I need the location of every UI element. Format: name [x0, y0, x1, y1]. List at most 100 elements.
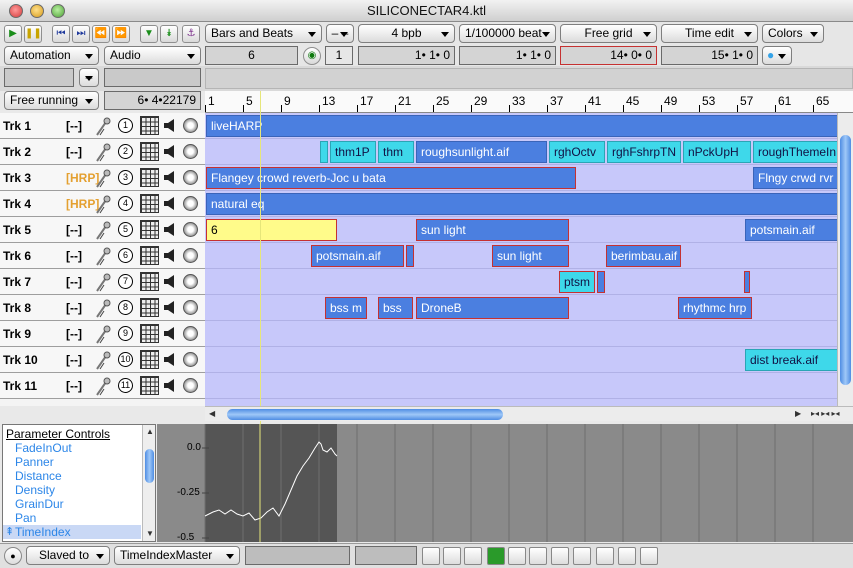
horizontal-scrollbar[interactable]: ◀ ▶ ▸◂ ▸◂ ▸◂ [205, 406, 853, 421]
parameter-scrollbar[interactable]: ▲ ▼ [142, 425, 155, 541]
microphone-icon[interactable] [94, 194, 112, 214]
clip[interactable]: natural eq [206, 193, 852, 215]
pan-knob-icon[interactable] [183, 248, 198, 263]
step-tool-icon[interactable] [596, 547, 614, 565]
parameter-item[interactable]: Density [15, 483, 55, 497]
microphone-icon[interactable] [94, 298, 112, 318]
microphone-icon[interactable] [94, 220, 112, 240]
parameter-item[interactable]: Pan [15, 511, 36, 525]
speaker-icon[interactable] [164, 353, 176, 366]
grid-icon[interactable] [140, 324, 159, 343]
pan-knob-icon[interactable] [183, 222, 198, 237]
pan-knob-icon[interactable] [183, 378, 198, 393]
to-end-icon[interactable]: ⏭ [72, 25, 90, 43]
clip[interactable] [597, 271, 605, 293]
value-field[interactable] [104, 68, 201, 87]
microphone-icon[interactable] [94, 376, 112, 396]
clip[interactable] [406, 245, 414, 267]
arrange-area[interactable]: liveHARP thm1P thm roughsunlight.aif rgh… [205, 113, 853, 406]
slaved-to-popup[interactable]: Slaved to [26, 546, 110, 565]
clip[interactable]: sun light [492, 245, 569, 267]
colors-popup[interactable]: Colors [762, 24, 824, 43]
parameter-item-selected[interactable]: TimeIndex [3, 525, 141, 539]
wave-tool-icon[interactable] [573, 547, 591, 565]
clip[interactable]: bss [378, 297, 413, 319]
parameter-item[interactable]: FadeInOut [15, 441, 72, 455]
clip[interactable]: nPckUpH [683, 141, 751, 163]
name-field[interactable] [4, 68, 74, 87]
speaker-icon[interactable] [164, 249, 176, 262]
fast-forward-icon[interactable]: ⏩ [112, 25, 130, 43]
peak-tool-icon[interactable] [551, 547, 569, 565]
grid-icon[interactable] [140, 376, 159, 395]
bpb-popup[interactable]: 4 bpb [358, 24, 455, 43]
clip[interactable] [744, 271, 750, 293]
microphone-icon[interactable] [94, 168, 112, 188]
microphone-icon[interactable] [94, 350, 112, 370]
clip[interactable]: potsmain.aif [311, 245, 404, 267]
track-name[interactable]: Trk 6 [3, 249, 31, 263]
grid-icon[interactable] [140, 350, 159, 369]
param-value-field-2[interactable] [355, 546, 417, 565]
grid-tool-icon[interactable] [618, 547, 636, 565]
to-start-icon[interactable]: ⏮ [52, 25, 70, 43]
vertical-scrollbar[interactable] [837, 113, 853, 406]
clip[interactable]: liveHARP [206, 115, 852, 137]
clip[interactable]: 6 [206, 219, 337, 241]
master-popup[interactable]: TimeIndexMaster [114, 546, 240, 565]
chevron-down-icon[interactable]: ▼ [140, 25, 158, 43]
clip[interactable]: rghOctv [549, 141, 605, 163]
dash-button[interactable]: – – [326, 24, 354, 43]
grid-popup[interactable]: Free grid [560, 24, 657, 43]
parameter-item[interactable]: Distance [15, 469, 62, 483]
clip[interactable]: DroneB [416, 297, 569, 319]
grid-icon[interactable] [140, 116, 159, 135]
pan-knob-icon[interactable] [183, 326, 198, 341]
speaker-icon[interactable] [164, 171, 176, 184]
track-header[interactable]: Trk 4 [HRP] 4 [0, 191, 205, 217]
triangle-tool-icon[interactable] [529, 547, 547, 565]
track-name[interactable]: Trk 3 [3, 171, 31, 185]
scroll-right-icon[interactable]: ▶ [795, 409, 801, 418]
track-header[interactable]: Trk 2 [--] 2 [0, 139, 205, 165]
scroll-down-icon[interactable]: ▼ [146, 529, 154, 538]
microphone-icon[interactable] [94, 116, 112, 136]
count-field[interactable]: 1 [325, 46, 353, 65]
pan-knob-icon[interactable] [183, 196, 198, 211]
rewind-icon[interactable]: ⏪ [92, 25, 110, 43]
track-header[interactable]: Trk 7 [--] 7 [0, 269, 205, 295]
clip[interactable]: rghFshrpTN [607, 141, 681, 163]
track-header[interactable]: Trk 6 [--] 6 [0, 243, 205, 269]
track-name[interactable]: Trk 1 [3, 119, 31, 133]
track-header[interactable]: Trk 3 [HRP] 3 [0, 165, 205, 191]
position-field-3[interactable]: 14• 0• 0 [560, 46, 657, 65]
ramp-tool-icon[interactable] [508, 547, 526, 565]
grid-icon[interactable] [140, 168, 159, 187]
track-header[interactable]: Trk 1 [--] 1 [0, 113, 205, 139]
pause-icon[interactable]: ❚❚ [24, 25, 42, 43]
pan-knob-icon[interactable] [183, 300, 198, 315]
zoom-controls-icon[interactable]: ▸◂ ▸◂ ▸◂ [811, 409, 840, 418]
track-name[interactable]: Trk 7 [3, 275, 31, 289]
pan-knob-icon[interactable] [183, 274, 198, 289]
edit-mode-popup[interactable]: Time edit [661, 24, 758, 43]
clip[interactable]: bss m [325, 297, 367, 319]
track-name[interactable]: Trk 11 [3, 379, 37, 393]
pan-knob-icon[interactable] [183, 352, 198, 367]
grid-icon[interactable] [140, 194, 159, 213]
track-header[interactable]: Trk 5 [--] 5 [0, 217, 205, 243]
play-icon[interactable]: ▶ [4, 25, 22, 43]
pan-knob-icon[interactable] [183, 118, 198, 133]
speaker-icon[interactable] [164, 301, 176, 314]
clip[interactable]: thm [378, 141, 414, 163]
position-field-2[interactable]: 1• 1• 0 [459, 46, 556, 65]
resolution-popup[interactable]: 1/100000 beat [459, 24, 556, 43]
grid-icon[interactable] [140, 142, 159, 161]
grid-icon[interactable] [140, 298, 159, 317]
parameter-item[interactable]: Panner [15, 455, 54, 469]
grid-icon[interactable] [140, 246, 159, 265]
draw-tool-icon[interactable] [464, 547, 482, 565]
clip[interactable]: berimbau.aif [606, 245, 681, 267]
scroll-left-icon[interactable]: ◀ [209, 409, 215, 418]
parameter-scroll-thumb[interactable] [145, 449, 154, 483]
